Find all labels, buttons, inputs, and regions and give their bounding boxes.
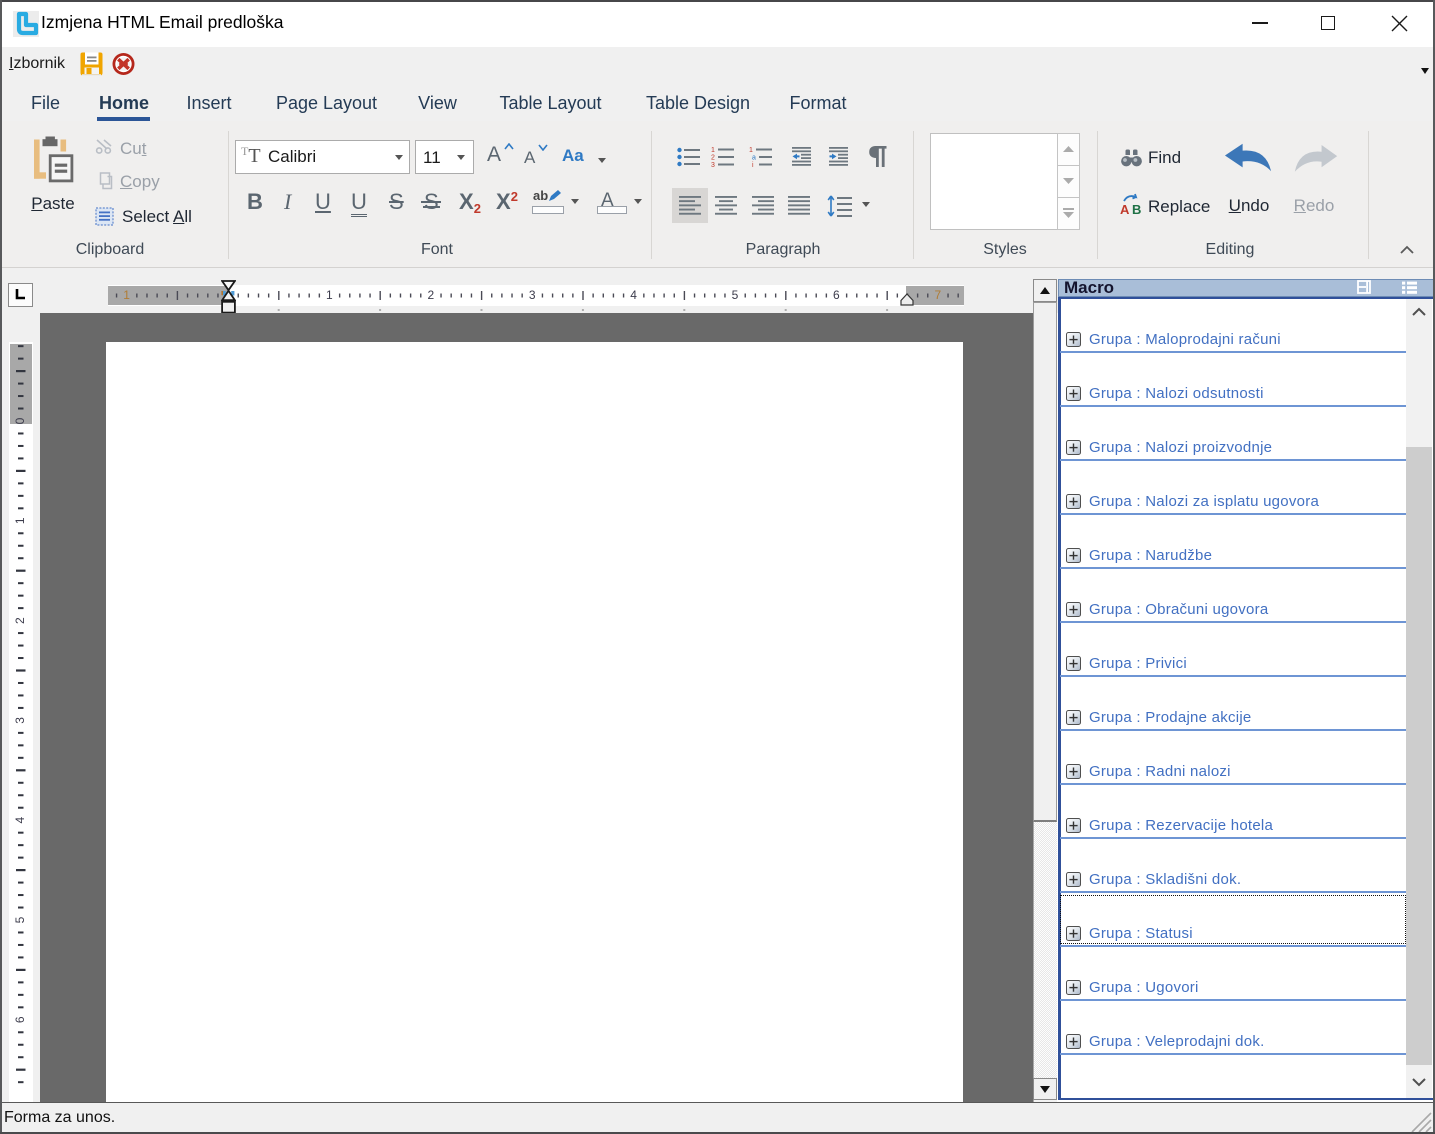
svg-text:6: 6 bbox=[833, 288, 840, 302]
svg-text:1: 1 bbox=[326, 288, 333, 302]
svg-text:6: 6 bbox=[13, 1016, 27, 1023]
svg-text:2: 2 bbox=[13, 617, 27, 624]
svg-text:4: 4 bbox=[13, 817, 27, 824]
svg-text:1: 1 bbox=[749, 147, 753, 154]
svg-text:7: 7 bbox=[934, 288, 941, 302]
svg-text:5: 5 bbox=[13, 916, 27, 923]
svg-text:5: 5 bbox=[732, 288, 739, 302]
svg-text:a: a bbox=[752, 155, 756, 162]
svg-text:1: 1 bbox=[13, 517, 27, 524]
svg-text:i: i bbox=[752, 162, 754, 168]
svg-text:3: 3 bbox=[13, 717, 27, 724]
svg-text:2: 2 bbox=[427, 288, 434, 302]
svg-text:3: 3 bbox=[529, 288, 536, 302]
svg-text:1: 1 bbox=[123, 288, 130, 302]
svg-text:4: 4 bbox=[630, 288, 637, 302]
svg-text:0: 0 bbox=[13, 417, 27, 424]
svg-text:A: A bbox=[1120, 202, 1130, 215]
svg-text:3: 3 bbox=[711, 162, 715, 168]
svg-text:2: 2 bbox=[711, 155, 715, 162]
svg-text:1: 1 bbox=[711, 147, 715, 154]
svg-text:B: B bbox=[1132, 202, 1141, 215]
